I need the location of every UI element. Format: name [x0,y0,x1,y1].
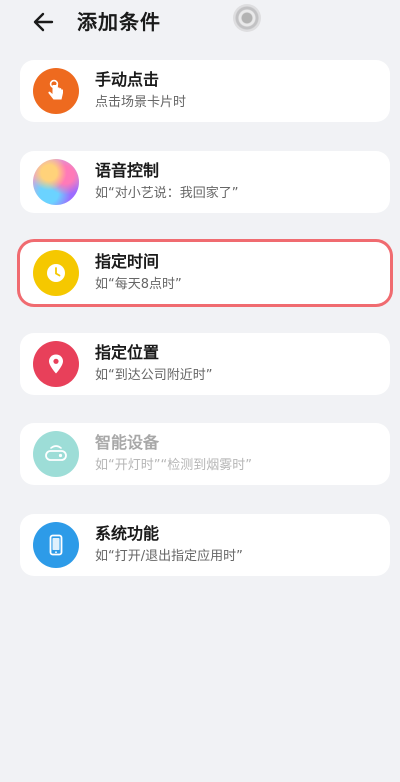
condition-title: 指定位置 [95,343,160,362]
condition-system-function[interactable]: 系统功能 如“打开/退出指定应用时” [20,514,390,576]
condition-title: 语音控制 [95,161,160,180]
smart-device-icon [33,431,79,477]
condition-specified-location[interactable]: 指定位置 如“到达公司附近时” [20,333,390,395]
condition-smart-device: 智能设备 如“开灯时”“检测到烟雾时” [20,423,390,485]
condition-subtitle: 点击场景卡片时 [95,95,187,110]
add-condition-page: 添加条件 手动点击 点击场景卡片时 语音控制 如“对小艺说：我回家了” 指定时间… [0,0,400,782]
condition-title: 指定时间 [95,252,160,271]
clock-icon [33,250,79,296]
condition-subtitle: 如“开灯时”“检测到烟雾时” [95,458,252,473]
hand-tap-icon [33,68,79,114]
condition-subtitle: 如“对小艺说：我回家了” [95,186,239,201]
condition-title: 智能设备 [95,433,160,452]
condition-title: 系统功能 [95,524,160,543]
phone-icon [33,522,79,568]
location-pin-icon [33,341,79,387]
condition-subtitle: 如“到达公司附近时” [95,368,213,383]
condition-subtitle: 如“每天8点时” [95,277,182,292]
condition-subtitle: 如“打开/退出指定应用时” [95,549,243,564]
condition-manual-tap[interactable]: 手动点击 点击场景卡片时 [20,60,390,122]
header: 添加条件 [0,0,400,48]
back-button[interactable] [28,6,62,38]
arrow-left-icon [33,12,54,32]
condition-title: 手动点击 [95,70,160,89]
page-title: 添加条件 [77,10,161,34]
voice-assistant-icon [33,159,79,205]
condition-specified-time[interactable]: 指定时间 如“每天8点时” [20,242,390,304]
condition-voice-control[interactable]: 语音控制 如“对小艺说：我回家了” [20,151,390,213]
floating-assistant-dot[interactable] [233,4,261,32]
